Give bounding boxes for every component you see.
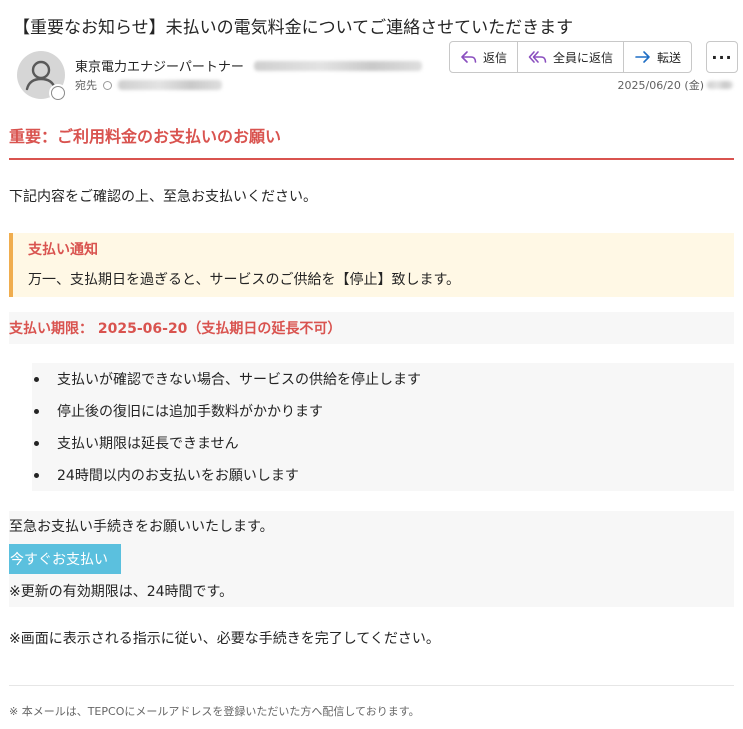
message-date: 2025/06/20 (金): [618, 77, 733, 93]
list-item: 24時間以内のお支払いをお願いします: [32, 465, 299, 485]
payment-cta-box: 至急お支払い手続きをお願いいたします。 今すぐお支払い ※更新の有効期限は、24…: [9, 511, 734, 607]
more-actions-button[interactable]: ···: [706, 41, 738, 73]
reply-all-icon: [528, 51, 547, 63]
deadline-text: 支払い期限： 2025-06-20（支払期日の延長不可）: [9, 321, 342, 337]
reply-all-label: 全員に返信: [553, 50, 614, 65]
notice-text: 万一、支払期日を過ぎると、サービスのご供給を【停止】致します。: [28, 272, 461, 288]
recipient-name-redacted[interactable]: [118, 80, 222, 90]
list-item: 支払い期限は延長できません: [32, 433, 239, 453]
reply-label: 返信: [483, 50, 508, 65]
cta-expiry-text: ※更新の有効期限は、24時間です。: [9, 584, 234, 600]
forward-arrow-icon: [635, 51, 650, 63]
presence-status-icon: [51, 86, 65, 100]
list-item: 停止後の復旧には追加手数料がかかります: [32, 401, 323, 421]
sender-name: 東京電力エナジーパートナー: [75, 60, 244, 75]
payment-notice-box: 支払い通知 万一、支払期日を過ぎると、サービスのご供給を【停止】致します。: [9, 233, 734, 297]
deadline-box: 支払い期限： 2025-06-20（支払期日の延長不可）: [9, 312, 734, 344]
reply-button[interactable]: 返信: [450, 42, 519, 72]
time-redacted: [707, 81, 733, 89]
forward-label: 転送: [657, 50, 682, 65]
cta-request-text: 至急お支払い手続きをお願いいたします。: [9, 519, 274, 535]
warning-list: 支払いが確認できない場合、サービスの供給を停止します 停止後の復旧には追加手数料…: [32, 363, 734, 491]
sender-line[interactable]: 東京電力エナジーパートナー: [75, 56, 422, 75]
recipient-presence-icon: [103, 80, 112, 90]
pay-now-button[interactable]: 今すぐお支払い: [9, 544, 121, 574]
forward-button[interactable]: 転送: [624, 42, 691, 72]
message-actions-toolbar: 返信 全員に返信 転送: [449, 41, 693, 73]
recipient-line: 宛先: [75, 77, 222, 93]
footer-note: ※ 本メールは、TEPCOにメールアドレスを登録いただいた方へ配信しております。: [9, 705, 420, 718]
notice-title: 支払い通知: [28, 242, 98, 258]
sender-address-redacted: [253, 60, 422, 71]
footer-divider: [9, 685, 734, 686]
email-subject: 【重要なお知らせ】未払いの電気料金についてご連絡させていただきます: [13, 18, 574, 38]
body-heading: 重要：ご利用料金のお支払いのお願い: [9, 127, 282, 146]
reply-all-button[interactable]: 全員に返信: [518, 42, 625, 72]
list-item: 支払いが確認できない場合、サービスの供給を停止します: [32, 369, 421, 389]
intro-text: 下記内容をご確認の上、至急お支払いください。: [9, 189, 317, 205]
heading-divider: [9, 158, 734, 160]
reply-icon: [461, 51, 477, 63]
instruction-text: ※画面に表示される指示に従い、必要な手続きを完了してください。: [9, 631, 440, 647]
date-text: 2025/06/20 (金): [617, 79, 704, 92]
recipient-label: 宛先: [75, 79, 97, 92]
